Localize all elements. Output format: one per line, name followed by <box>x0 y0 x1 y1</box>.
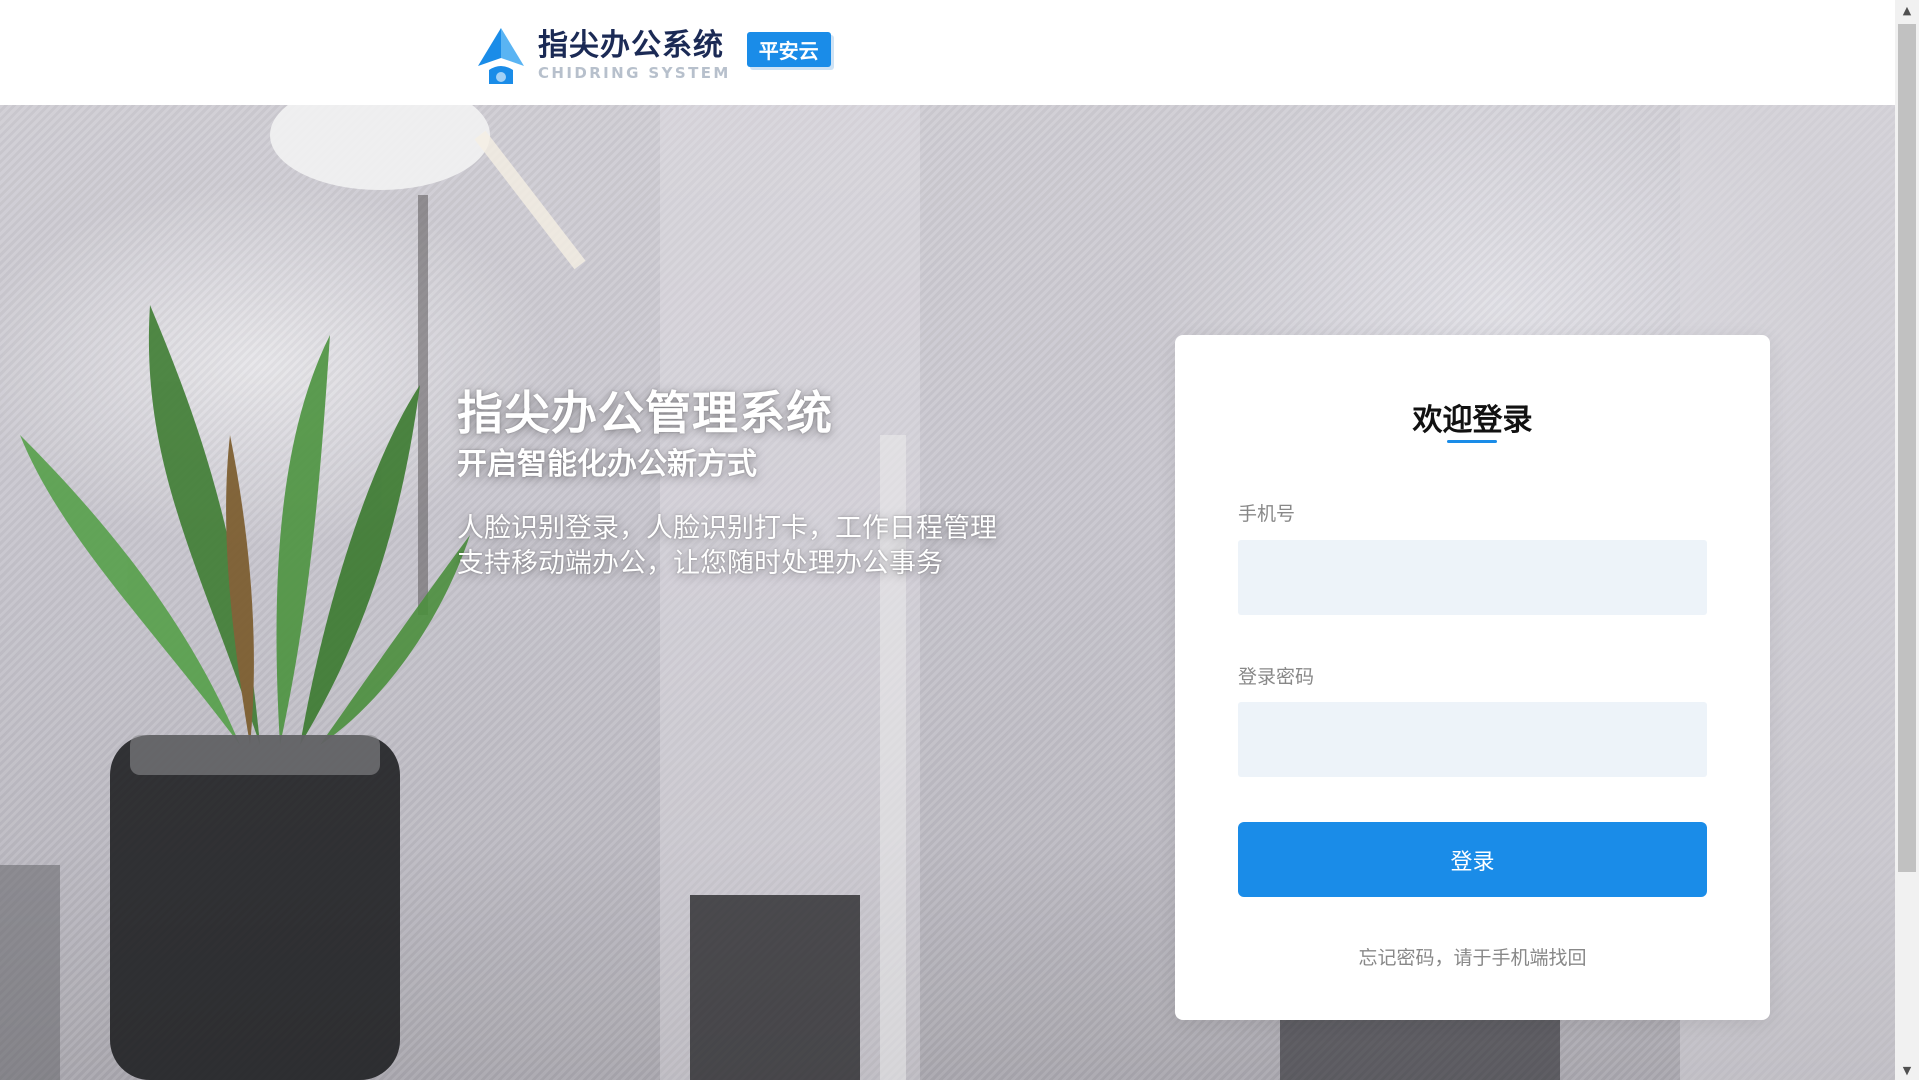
password-input[interactable] <box>1238 702 1707 777</box>
hero-desc-line-1: 人脸识别登录，人脸识别打卡，工作日程管理 <box>457 513 997 544</box>
hero-subtitle: 开启智能化办公新方式 <box>457 447 757 482</box>
logo-text: 指尖办公系统 CHIDRING SYSTEM <box>538 31 731 81</box>
login-card: 欢迎登录 手机号 登录密码 登录 忘记密码，请于手机端找回 <box>1175 335 1770 1020</box>
hero-description: 人脸识别登录，人脸识别打卡，工作日程管理 支持移动端办公，让您随时处理办公事务 <box>457 511 997 581</box>
logo-title: 指尖办公系统 <box>538 28 724 63</box>
hero-text: 指尖办公管理系统 开启智能化办公新方式 人脸识别登录，人脸识别打卡，工作日程管理… <box>457 385 997 581</box>
header: 指尖办公系统 CHIDRING SYSTEM 平安云 <box>0 0 1895 105</box>
login-title: 欢迎登录 <box>1412 403 1533 438</box>
logo-badge: 平安云 <box>746 31 831 67</box>
phone-label: 手机号 <box>1238 503 1296 525</box>
login-page: 指尖办公系统 CHIDRING SYSTEM 平安云 指尖办公管理系统 开启智能… <box>0 0 1919 1080</box>
logo[interactable]: 指尖办公系统 CHIDRING SYSTEM 平安云 <box>476 26 831 86</box>
password-label: 登录密码 <box>1238 666 1315 688</box>
triangle-down-icon[interactable]: ▼ <box>1895 1060 1919 1080</box>
hero-title: 指尖办公管理系统 <box>457 386 833 440</box>
scrollbar-thumb[interactable] <box>1898 24 1916 872</box>
scrollbar[interactable]: ▲ ▼ <box>1895 0 1919 1080</box>
pen-nib-logo-icon <box>478 28 524 84</box>
logo-subtitle: CHIDRING SYSTEM <box>538 64 731 82</box>
forgot-password-link[interactable]: 忘记密码，请于手机端找回 <box>1175 943 1770 970</box>
triangle-up-icon[interactable]: ▲ <box>1895 0 1919 20</box>
hero-desc-line-2: 支持移动端办公，让您随时处理办公事务 <box>457 548 943 579</box>
login-title-underline <box>1447 440 1497 443</box>
login-button[interactable]: 登录 <box>1238 822 1707 897</box>
phone-input[interactable] <box>1238 540 1707 615</box>
